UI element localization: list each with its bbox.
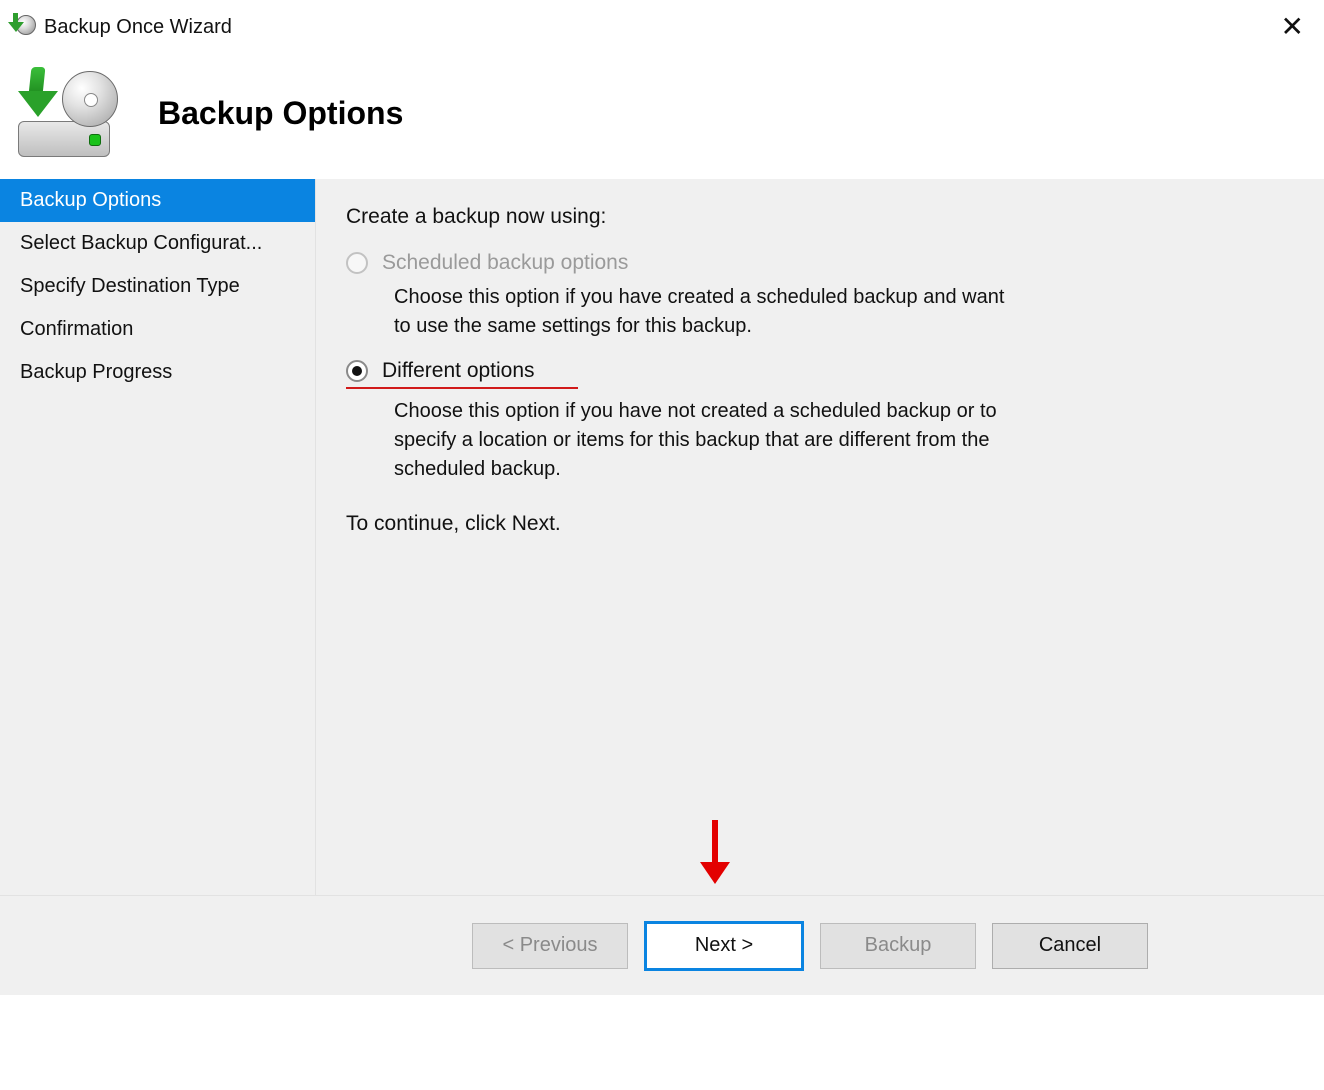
- radio-different-label[interactable]: Different options: [382, 359, 535, 383]
- wizard-content: Create a backup now using: Scheduled bac…: [315, 179, 1324, 895]
- option-scheduled: Scheduled backup options Choose this opt…: [346, 251, 1288, 341]
- backup-button: Backup: [820, 923, 976, 969]
- radio-scheduled-description: Choose this option if you have created a…: [394, 283, 1024, 341]
- title-bar: Backup Once Wizard ✕: [0, 0, 1324, 48]
- previous-button: < Previous: [472, 923, 628, 969]
- page-title: Backup Options: [158, 95, 403, 132]
- wizard-steps-sidebar: Backup Options Select Backup Configurat.…: [0, 179, 315, 895]
- backup-hero-icon: [12, 63, 122, 163]
- step-confirmation[interactable]: Confirmation: [0, 308, 315, 351]
- window-title: Backup Once Wizard: [44, 17, 232, 37]
- cancel-button[interactable]: Cancel: [992, 923, 1148, 969]
- step-backup-progress[interactable]: Backup Progress: [0, 351, 315, 394]
- step-select-backup-configuration[interactable]: Select Backup Configurat...: [0, 222, 315, 265]
- step-backup-options[interactable]: Backup Options: [0, 179, 315, 222]
- prompt-text: Create a backup now using:: [346, 205, 1288, 229]
- radio-scheduled: [346, 252, 368, 274]
- app-icon: [8, 13, 36, 41]
- next-button[interactable]: Next >: [644, 921, 804, 971]
- continue-hint: To continue, click Next.: [346, 512, 1288, 536]
- option-different: Different options Choose this option if …: [346, 359, 1288, 484]
- radio-different-description: Choose this option if you have not creat…: [394, 397, 1024, 484]
- close-icon[interactable]: ✕: [1269, 13, 1316, 41]
- radio-different[interactable]: [346, 360, 368, 382]
- radio-scheduled-label: Scheduled backup options: [382, 251, 628, 275]
- wizard-footer: < Previous Next > Backup Cancel: [0, 895, 1324, 995]
- step-specify-destination-type[interactable]: Specify Destination Type: [0, 265, 315, 308]
- wizard-header: Backup Options: [0, 48, 1324, 178]
